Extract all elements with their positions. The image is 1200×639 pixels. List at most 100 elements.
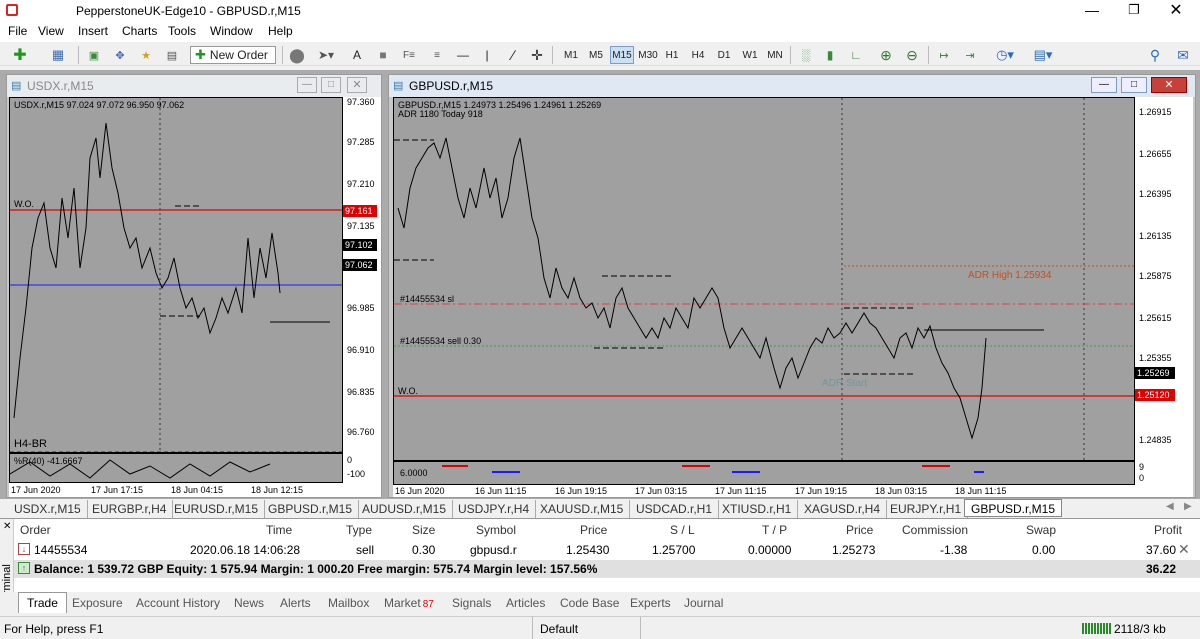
menu-view[interactable]: View bbox=[38, 24, 64, 38]
gbpusd-sub-plot[interactable]: 6.0000 bbox=[393, 461, 1135, 485]
header-order[interactable]: Order bbox=[20, 523, 51, 537]
menu-tools[interactable]: Tools bbox=[168, 24, 196, 38]
usdx-indicator-plot[interactable]: %R(40) -41.6667 bbox=[9, 453, 343, 483]
trendline-icon[interactable]: ∕ bbox=[504, 46, 522, 64]
gbpusd-close-button[interactable]: ✕ bbox=[1151, 77, 1187, 93]
grid-tool-icon[interactable]: ≡ bbox=[426, 46, 448, 64]
usdx-window-titlebar[interactable]: ▤ USDX.r,M15 — □ ✕ bbox=[7, 75, 381, 97]
chart-tab-gbpusd-active[interactable]: GBPUSD.r,M15 bbox=[964, 499, 1063, 517]
usdx-price-plot[interactable]: USDX.r,M15 97.024 97.072 96.950 97.062 W… bbox=[9, 97, 343, 453]
gbpusd-chart-window[interactable]: ▤ GBPUSD.r,M15 — □ ✕ GBPUSD.r,M15 1.2497… bbox=[388, 74, 1196, 498]
chat-icon[interactable]: ✉ bbox=[1172, 46, 1194, 64]
menu-charts[interactable]: Charts bbox=[122, 24, 157, 38]
header-tp[interactable]: T / P bbox=[762, 523, 787, 537]
maximize-button[interactable]: ❐ bbox=[1122, 2, 1146, 18]
profiles-icon[interactable]: ▦ bbox=[44, 46, 72, 64]
tab-journal[interactable]: Journal bbox=[684, 596, 723, 610]
menu-insert[interactable]: Insert bbox=[78, 24, 108, 38]
zoom-out-icon[interactable]: ⊖ bbox=[902, 46, 922, 64]
header-swap[interactable]: Swap bbox=[1026, 523, 1056, 537]
timeframe-m15[interactable]: M15 bbox=[610, 46, 634, 64]
chart-tab-eurusd[interactable]: EURUSD.r,M15 bbox=[168, 500, 266, 518]
header-symbol[interactable]: Symbol bbox=[476, 523, 516, 537]
header-commission[interactable]: Commission bbox=[902, 523, 968, 537]
chart-tab-audusd[interactable]: AUDUSD.r,M15 bbox=[356, 500, 454, 518]
label-tool-icon[interactable]: ■ bbox=[374, 46, 392, 64]
hline-icon[interactable]: — bbox=[454, 46, 472, 64]
timeframe-m30[interactable]: M30 bbox=[636, 46, 660, 64]
header-time[interactable]: Time bbox=[266, 523, 292, 537]
header-profit[interactable]: Profit bbox=[1154, 523, 1182, 537]
terminal-icon[interactable]: ▤ bbox=[162, 46, 182, 64]
usdx-minimize-button[interactable]: — bbox=[297, 77, 317, 93]
header-type[interactable]: Type bbox=[346, 523, 372, 537]
tab-account-history[interactable]: Account History bbox=[136, 596, 220, 610]
periods-icon[interactable]: ◷▾ bbox=[990, 46, 1020, 64]
header-current-price[interactable]: Price bbox=[846, 523, 873, 537]
zoom-in-icon[interactable]: ⊕ bbox=[876, 46, 896, 64]
gbpusd-price-plot[interactable]: GBPUSD.r,M15 1.24973 1.25496 1.24961 1.2… bbox=[393, 97, 1135, 461]
line-chart-icon[interactable]: ∟ bbox=[846, 46, 866, 64]
new-order-button[interactable]: ✚ New Order bbox=[190, 46, 276, 64]
close-button[interactable]: ✕ bbox=[1164, 0, 1188, 20]
tab-scroll-left-icon[interactable]: ◀ bbox=[1166, 501, 1174, 512]
chart-tab-eurgbp[interactable]: EURGBP.r,H4 bbox=[86, 500, 174, 518]
menu-window[interactable]: Window bbox=[210, 24, 253, 38]
gbpusd-minimize-button[interactable]: — bbox=[1091, 77, 1117, 93]
search-icon[interactable]: ⚲ bbox=[1146, 46, 1164, 64]
header-open-price[interactable]: Price bbox=[580, 523, 607, 537]
timeframe-d1[interactable]: D1 bbox=[714, 46, 734, 64]
timeframe-h1[interactable]: H1 bbox=[662, 46, 682, 64]
bar-chart-icon[interactable]: ░ bbox=[796, 46, 816, 64]
ellipse-icon[interactable]: ⬤ bbox=[288, 46, 306, 64]
navigator-icon[interactable]: ✥ bbox=[110, 46, 130, 64]
timeframe-h4[interactable]: H4 bbox=[688, 46, 708, 64]
header-sl[interactable]: S / L bbox=[670, 523, 695, 537]
crosshair-icon[interactable]: ✛ bbox=[528, 46, 546, 64]
tab-articles[interactable]: Articles bbox=[506, 596, 545, 610]
chart-tab-xauusd[interactable]: XAUUSD.r,M15 bbox=[534, 500, 631, 518]
vline-icon[interactable]: | bbox=[478, 46, 496, 64]
chart-tab-gbpusd-1[interactable]: GBPUSD.r,M15 bbox=[262, 500, 360, 518]
header-size[interactable]: Size bbox=[412, 523, 435, 537]
minimize-button[interactable]: — bbox=[1080, 2, 1104, 18]
tab-mailbox[interactable]: Mailbox bbox=[328, 596, 369, 610]
candlestick-icon[interactable]: ▮ bbox=[820, 46, 840, 64]
timeframe-m5[interactable]: M5 bbox=[585, 46, 607, 64]
autoscroll-icon[interactable]: ↦ bbox=[934, 46, 954, 64]
usdx-restore-button[interactable]: □ bbox=[321, 77, 341, 93]
usdx-close-button[interactable]: ✕ bbox=[347, 77, 367, 93]
chart-tab-usdx[interactable]: USDX.r,M15 bbox=[8, 500, 88, 518]
menu-help[interactable]: Help bbox=[268, 24, 293, 38]
timeframe-mn[interactable]: MN bbox=[764, 46, 786, 64]
chart-tab-xagusd[interactable]: XAGUSD.r,H4 bbox=[798, 500, 888, 518]
chart-tab-usdjpy[interactable]: USDJPY.r,H4 bbox=[452, 500, 537, 518]
tab-signals[interactable]: Signals bbox=[452, 596, 491, 610]
arrow-tools-icon[interactable]: ➤▾ bbox=[312, 46, 340, 64]
menu-file[interactable]: File bbox=[8, 24, 27, 38]
tab-exposure[interactable]: Exposure bbox=[72, 596, 123, 610]
favorites-icon[interactable]: ★ bbox=[136, 46, 156, 64]
gbpusd-restore-button[interactable]: □ bbox=[1121, 77, 1147, 93]
tab-code-base[interactable]: Code Base bbox=[560, 596, 619, 610]
gbpusd-window-titlebar[interactable]: ▤ GBPUSD.r,M15 — □ ✕ bbox=[389, 75, 1195, 97]
tab-experts[interactable]: Experts bbox=[630, 596, 671, 610]
tab-scroll-right-icon[interactable]: ▶ bbox=[1184, 501, 1192, 512]
chart-tab-eurjpy[interactable]: EURJPY.r,H1 bbox=[884, 500, 969, 518]
close-order-icon[interactable]: ✕ bbox=[1178, 541, 1190, 558]
chart-shift-icon[interactable]: ⇥ bbox=[960, 46, 980, 64]
terminal-close-icon[interactable]: ✕ bbox=[3, 521, 11, 532]
market-watch-icon[interactable]: ▣ bbox=[84, 46, 104, 64]
chart-tab-xtiusd[interactable]: XTIUSD.r,H1 bbox=[716, 500, 799, 518]
text-tool-icon[interactable]: A bbox=[350, 46, 364, 64]
chart-tab-usdcad[interactable]: USDCAD.r,H1 bbox=[630, 500, 720, 518]
tab-market[interactable]: Market 87 bbox=[384, 596, 434, 610]
timeframe-m1[interactable]: M1 bbox=[560, 46, 582, 64]
usdx-chart-window[interactable]: ▤ USDX.r,M15 — □ ✕ USDX.r,M15 97.024 97.… bbox=[6, 74, 382, 498]
templates-icon[interactable]: ▤▾ bbox=[1028, 46, 1058, 64]
new-chart-icon[interactable]: ✚ bbox=[6, 46, 34, 64]
table-row[interactable]: ↓ 14455534 2020.06.18 14:06:28 sell 0.30… bbox=[14, 541, 1200, 559]
tab-alerts[interactable]: Alerts bbox=[280, 596, 311, 610]
fibo-tool-icon[interactable]: F≡ bbox=[398, 46, 420, 64]
tab-news[interactable]: News bbox=[234, 596, 264, 610]
